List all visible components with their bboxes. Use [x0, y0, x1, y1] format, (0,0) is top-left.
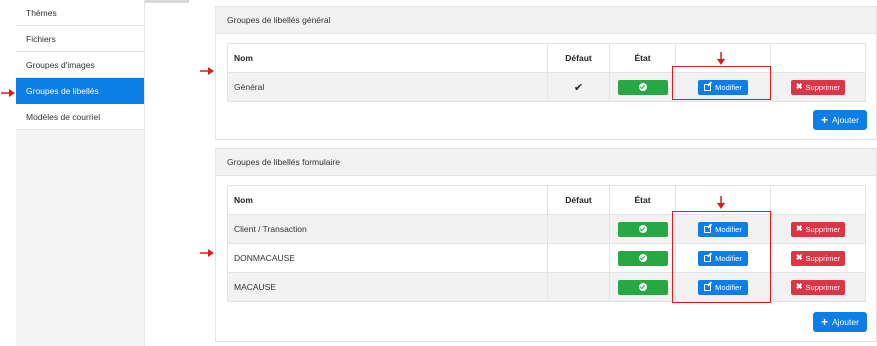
edit-button[interactable]: Modifier — [698, 250, 748, 266]
column-header-name: Nom — [227, 185, 548, 215]
delete-button[interactable]: ✖ Supprimer — [790, 79, 846, 95]
state-cell — [609, 243, 676, 273]
default-cell — [547, 272, 610, 302]
sidebar-item-themes[interactable]: Thèmes — [16, 0, 144, 26]
edit-button[interactable]: Modifier — [698, 221, 748, 237]
row-name: Général — [227, 72, 548, 102]
table-row: Général ✔ Modifier ✖ Supprimer — [227, 72, 866, 102]
edit-cell: Modifier — [675, 72, 771, 102]
general-label-groups-panel: Groupes de libellés général Nom Défaut É… — [215, 6, 877, 140]
sidebar-item-email-templates[interactable]: Modèles de courriel — [16, 104, 144, 130]
edit-cell: Modifier — [675, 214, 771, 244]
form-label-groups-panel: Groupes de libellés formulaire Nom Défau… — [215, 148, 877, 342]
edit-icon — [704, 283, 712, 291]
sidebar-item-image-groups[interactable]: Groupes d'images — [16, 52, 144, 78]
edit-icon — [704, 254, 712, 262]
edit-icon — [704, 83, 712, 91]
annotation-arrow-icon — [200, 249, 214, 257]
state-cell — [609, 214, 676, 244]
annotation-arrow-icon — [200, 67, 214, 75]
column-header-name: Nom — [227, 43, 548, 73]
default-check-icon: ✔ — [547, 72, 610, 102]
delete-cell: ✖ Supprimer — [770, 272, 866, 302]
row-name: Client / Transaction — [227, 214, 548, 244]
delete-cell: ✖ Supprimer — [770, 214, 866, 244]
plus-icon: + — [821, 315, 829, 329]
table-row: DONMACAUSE Modifier ✖ Supprimer — [227, 243, 866, 273]
close-icon: ✖ — [795, 224, 803, 233]
annotation-arrow-icon — [1, 89, 15, 97]
close-icon: ✖ — [795, 253, 803, 262]
panel-title: Groupes de libellés formulaire — [216, 149, 876, 176]
column-header-delete — [770, 43, 866, 73]
delete-cell: ✖ Supprimer — [770, 243, 866, 273]
column-header-delete — [770, 185, 866, 215]
edit-button[interactable]: Modifier — [698, 79, 748, 95]
delete-button[interactable]: ✖ Supprimer — [790, 221, 846, 237]
table-header-row: Nom Défaut État — [227, 43, 866, 73]
column-header-default: Défaut — [547, 185, 610, 215]
default-cell — [547, 243, 610, 273]
edit-icon — [704, 225, 712, 233]
panel-title: Groupes de libellés général — [216, 7, 876, 34]
default-cell — [547, 214, 610, 244]
sidebar-item-files[interactable]: Fichiers — [16, 26, 144, 52]
close-icon: ✖ — [795, 282, 803, 291]
form-groups-table: Nom Défaut État Client / Transaction Mod… — [227, 185, 866, 302]
delete-button[interactable]: ✖ Supprimer — [790, 250, 846, 266]
table-header-row: Nom Défaut État — [227, 185, 866, 215]
state-cell — [609, 72, 676, 102]
add-group-button[interactable]: + Ajouter — [813, 312, 867, 332]
state-toggle-button[interactable] — [617, 250, 668, 266]
state-toggle-button[interactable] — [617, 221, 668, 237]
row-name: DONMACAUSE — [227, 243, 548, 273]
state-toggle-button[interactable] — [617, 279, 668, 295]
table-row: Client / Transaction Modifier ✖ Supprimer — [227, 214, 866, 244]
column-header-state: État — [609, 43, 676, 73]
settings-sidebar: Thèmes Fichiers Groupes d'images Groupes… — [16, 0, 145, 346]
annotation-arrow-icon — [717, 52, 725, 65]
check-circle-icon — [638, 225, 647, 233]
plus-icon: + — [821, 113, 829, 127]
sidebar-item-label-groups[interactable]: Groupes de libellés — [16, 78, 144, 104]
column-header-default: Défaut — [547, 43, 610, 73]
table-row: MACAUSE Modifier ✖ Supprimer — [227, 272, 866, 302]
close-icon: ✖ — [795, 82, 803, 91]
row-name: MACAUSE — [227, 272, 548, 302]
edit-cell: Modifier — [675, 272, 771, 302]
delete-button[interactable]: ✖ Supprimer — [790, 279, 846, 295]
check-circle-icon — [638, 283, 647, 291]
check-circle-icon — [638, 254, 647, 262]
top-divider — [145, 0, 189, 3]
add-group-button[interactable]: + Ajouter — [813, 110, 867, 130]
edit-cell: Modifier — [675, 243, 771, 273]
state-cell — [609, 272, 676, 302]
state-toggle-button[interactable] — [617, 79, 668, 95]
general-groups-table: Nom Défaut État Général ✔ Modifier ✖ Supp… — [227, 43, 866, 102]
annotation-arrow-icon — [717, 196, 725, 209]
delete-cell: ✖ Supprimer — [770, 72, 866, 102]
edit-button[interactable]: Modifier — [698, 279, 748, 295]
check-circle-icon — [638, 83, 647, 91]
column-header-state: État — [609, 185, 676, 215]
